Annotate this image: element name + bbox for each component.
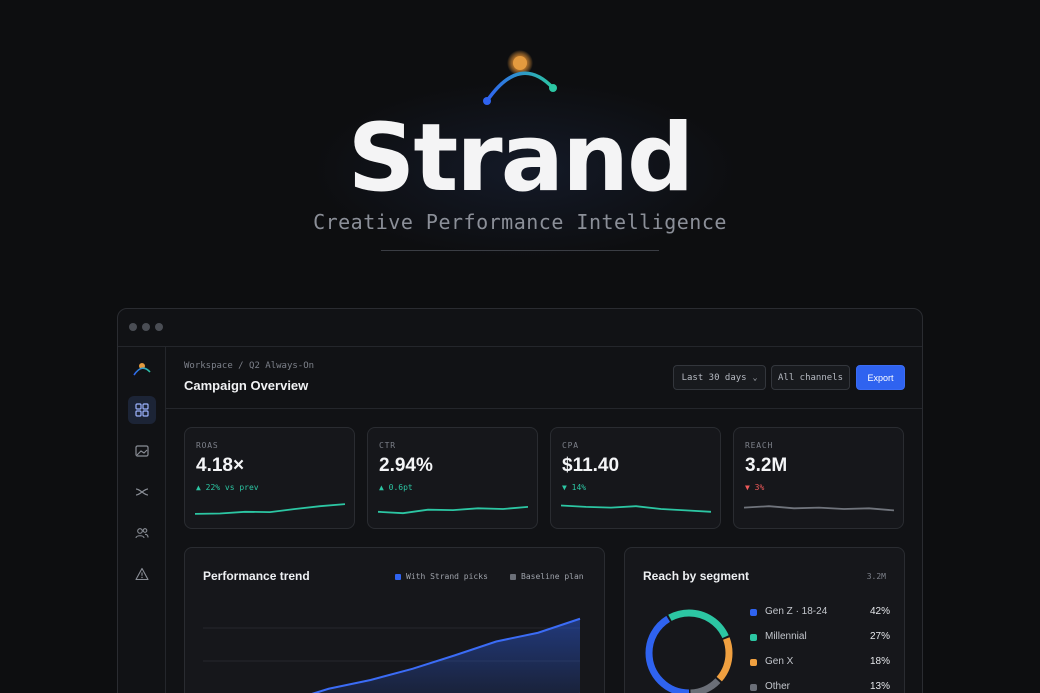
segment-swatch [750,609,757,616]
segment-name: Other [765,681,791,692]
legend-item-baseline: Baseline plan [510,572,584,581]
segment-swatch [750,634,757,641]
kpi-label: CPA [562,441,579,450]
segment-swatch [750,684,757,691]
kpi-value: $11.40 [562,455,620,476]
kpi-card-ctr[interactable]: CTR 2.94% ▲ 0.6pt [367,427,538,529]
users-icon [135,528,149,539]
window-titlebar [118,309,922,347]
sidebar-item-creatives[interactable] [128,437,156,465]
app-window: Workspace / Q2 Always-On Campaign Overvi… [117,308,923,693]
brand-tagline: Creative Performance Intelligence [313,210,727,234]
segment-row: Gen Z · 18-24 42% [750,606,890,622]
brand-name: Strand [347,104,695,213]
chevron-down-icon: ⌄ [752,373,758,382]
kpi-card-cpa[interactable]: CPA $11.40 ▼ 14% [550,427,721,529]
main-content: Workspace / Q2 Always-On Campaign Overvi… [166,347,922,693]
segment-percent: 42% [869,606,890,617]
segment-name: Gen X [765,656,794,667]
page-header: Workspace / Q2 Always-On Campaign Overvi… [166,347,922,409]
kpi-delta: ▼ 14% [562,483,587,492]
sparkline-path [378,506,528,515]
sparkline-path [744,505,894,512]
kpi-sparkline [561,504,711,513]
reach-total: 3.2M [866,572,886,581]
kpi-label: ROAS [196,441,219,450]
image-icon [135,445,149,457]
window-dot-close[interactable] [129,323,137,331]
sidebar-logo-icon[interactable] [128,355,156,383]
series-area-strand [314,618,580,693]
performance-trend-title: Performance trend [203,569,310,583]
sidebar-item-mix[interactable] [128,478,156,506]
kpi-sparkline [378,506,528,515]
reach-segment-card: Reach by segment 3.2M Gen Z · 18-24 42% … [624,547,905,693]
grid-icon [135,403,149,417]
sidebar-item-audiences[interactable] [128,519,156,547]
segment-name: Millennial [765,631,807,642]
legend-item-strand: With Strand picks [395,572,488,581]
shuffle-icon [135,488,149,496]
kpi-card-roas[interactable]: ROAS 4.18× ▲ 22% vs prev [184,427,355,529]
date-range-select[interactable]: Last 30 days ⌄ [673,365,766,390]
reach-segment-title: Reach by segment [643,569,750,583]
kpi-value: 3.2M [745,455,788,476]
legend-swatch-strand [395,573,401,580]
sidebar [118,347,166,693]
kpi-delta: ▲ 22% vs prev [196,483,259,492]
kpi-value: 2.94% [379,455,433,476]
segment-percent: 27% [869,631,890,642]
segment-percent: 18% [869,656,890,667]
date-range-label: Last 30 days [681,372,747,383]
sparkline-path [195,503,345,515]
kpi-label: REACH [745,441,774,450]
segment-percent: 13% [869,681,890,692]
kpi-card-reach[interactable]: REACH 3.2M ▼ 3% [733,427,904,529]
segment-name: Gen Z · 18-24 [765,606,828,617]
kpi-sparkline [744,505,894,512]
segment-row: Gen X 18% [750,656,890,672]
sparkline-path [561,504,711,513]
legend-label-strand: With Strand picks [406,572,488,581]
breadcrumb: Workspace / Q2 Always-On [184,361,315,371]
segment-row: Millennial 27% [750,631,890,647]
kpi-value: 4.18× [196,455,245,476]
warning-icon [135,567,149,581]
segment-row: Other 13% [750,681,890,693]
kpi-delta: ▼ 3% [745,483,765,492]
channels-filter-button[interactable]: All channels [771,365,850,390]
legend-label-baseline: Baseline plan [521,572,584,581]
kpi-sparkline [195,503,345,515]
window-dot-minimize[interactable] [142,323,150,331]
sidebar-item-overview[interactable] [128,396,156,424]
export-button[interactable]: Export [856,365,905,390]
sidebar-item-alerts[interactable] [128,560,156,588]
performance-trend-card: Performance trend With Strand picks Base… [184,547,605,693]
window-dot-maximize[interactable] [155,323,163,331]
performance-trend-chart [203,617,581,693]
hero-divider [381,250,659,251]
segment-swatch [750,659,757,666]
kpi-label: CTR [379,441,396,450]
kpi-delta: ▲ 0.6pt [379,483,413,492]
legend-swatch-baseline [510,573,516,580]
reach-donut-chart [645,609,733,693]
page-title: Campaign Overview [184,378,309,393]
brand-logo-icon [483,50,557,105]
